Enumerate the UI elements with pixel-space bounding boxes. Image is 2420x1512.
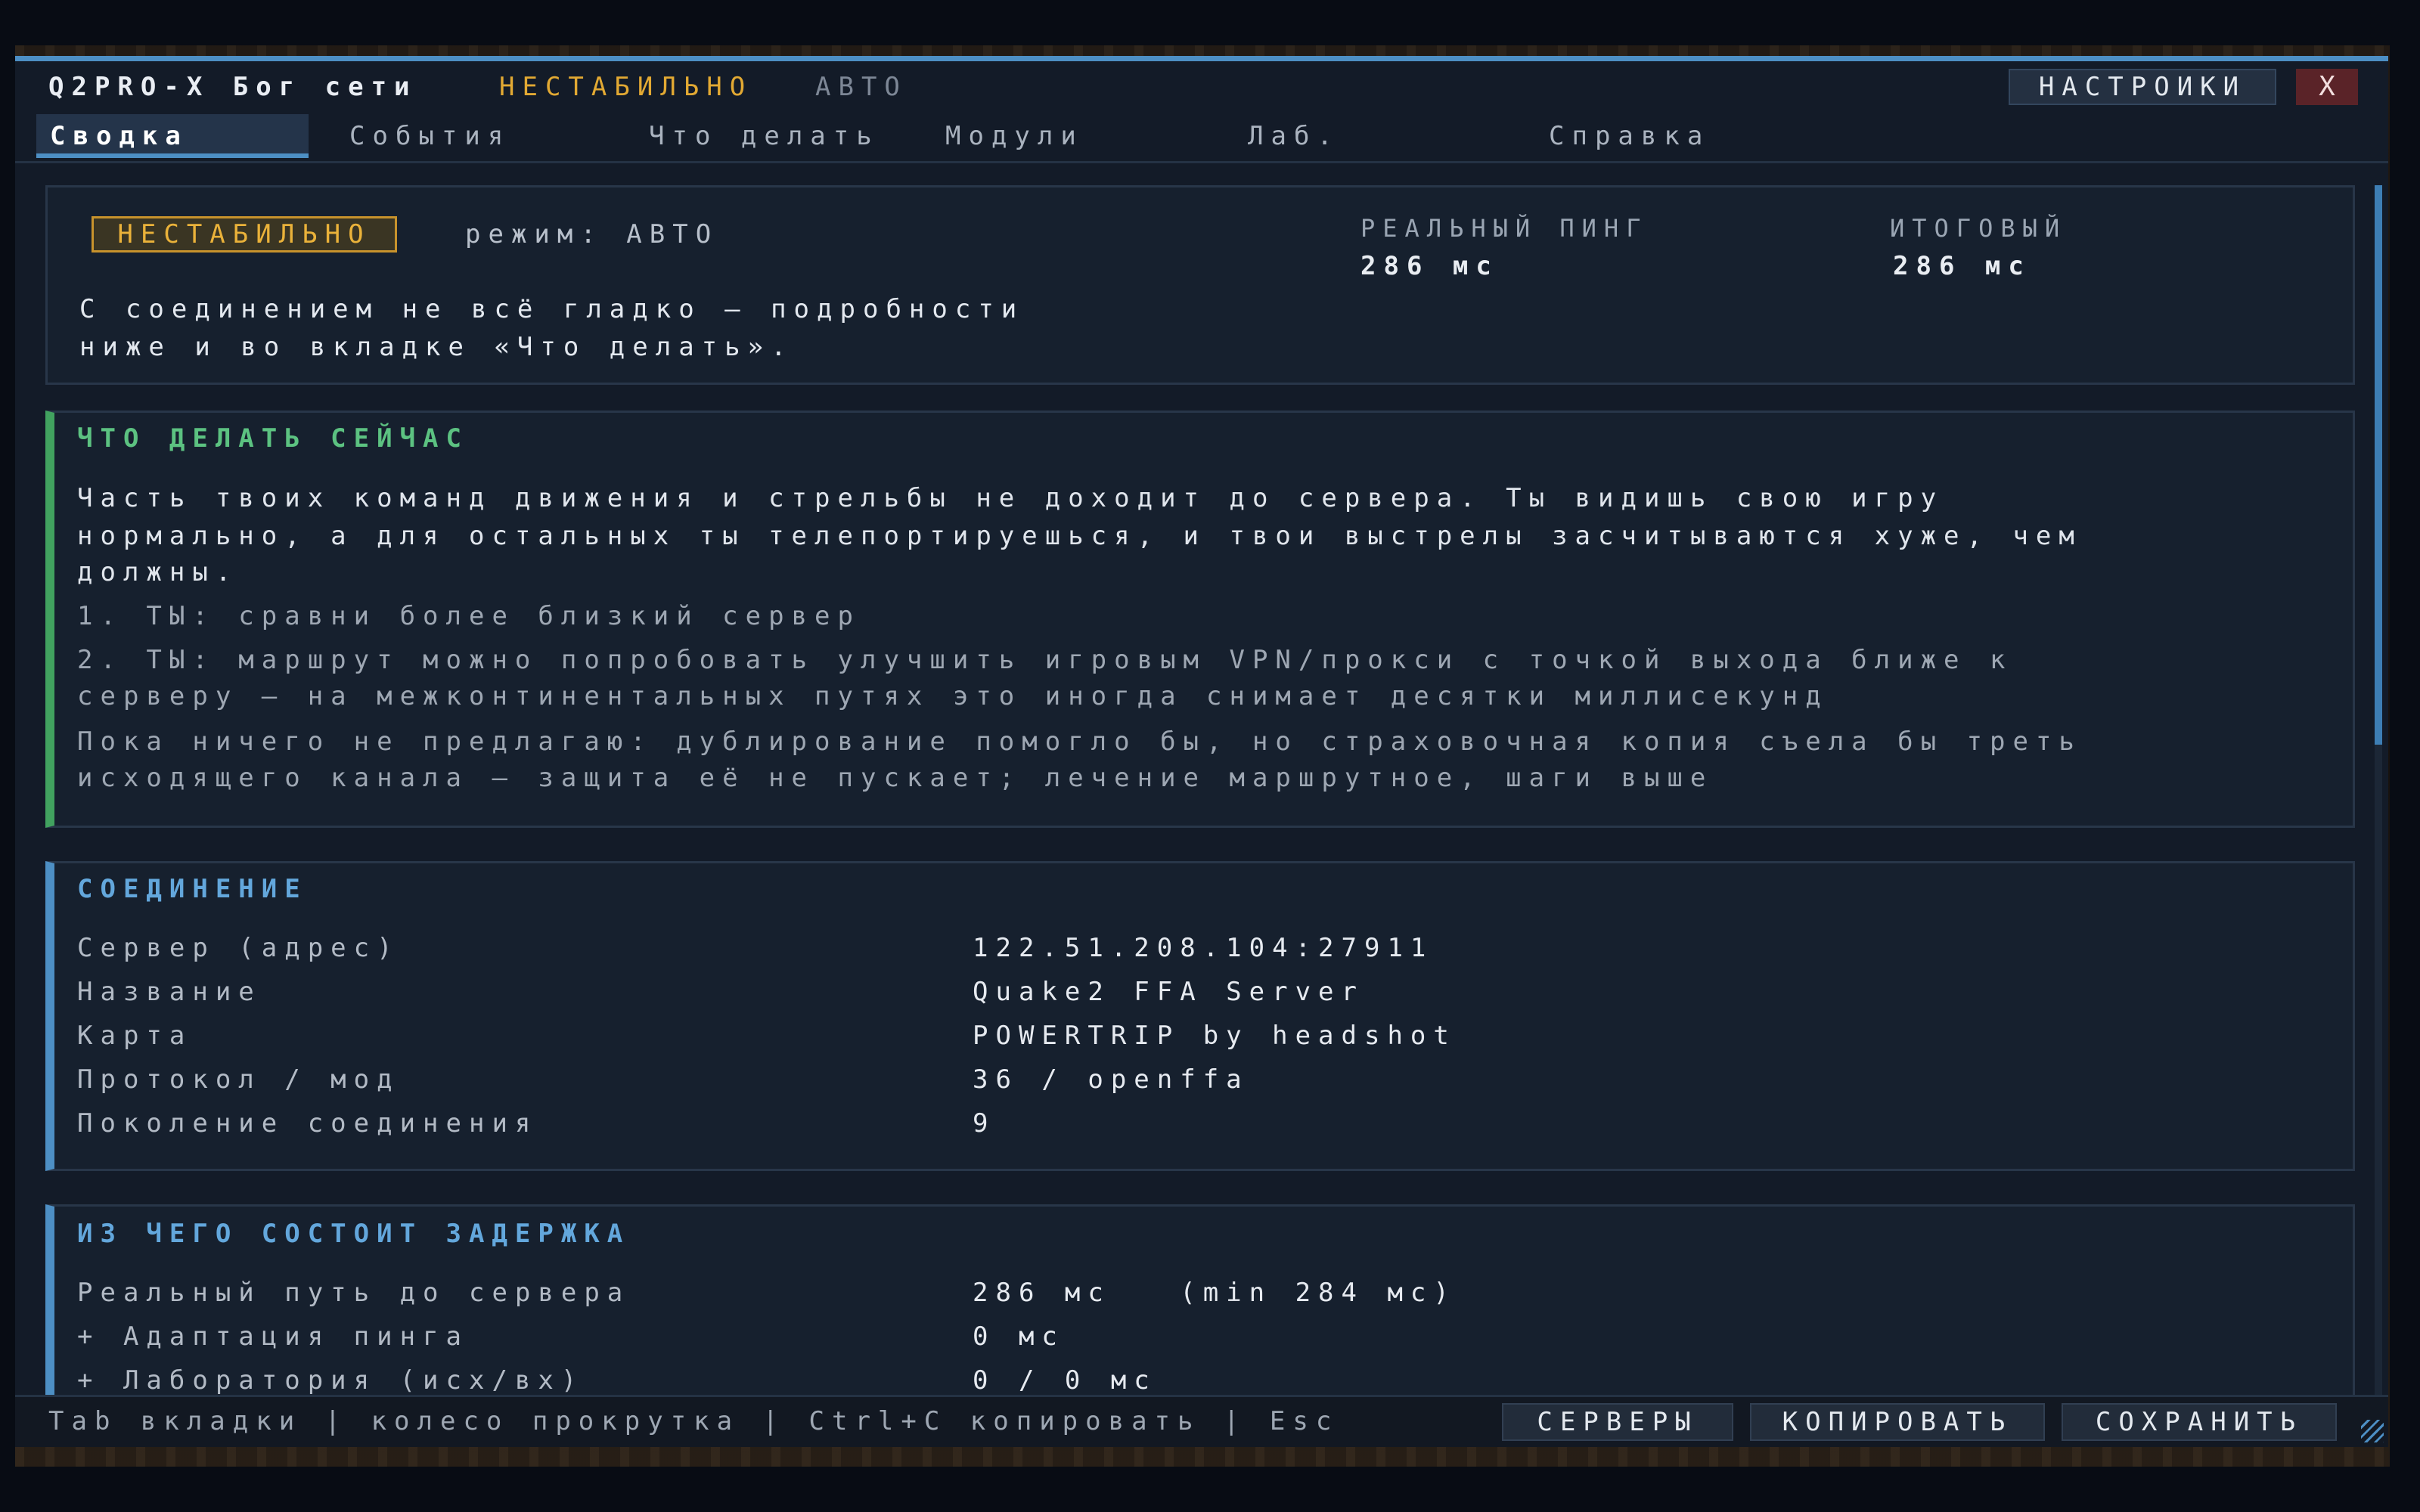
connection-heading: СОЕДИНЕНИЕ — [77, 874, 308, 904]
title-mode: АВТО — [815, 72, 908, 102]
server-name-value: Quake2 FFA Server — [973, 977, 1364, 1007]
servers-button[interactable]: СЕРВЕРЫ — [1502, 1403, 1733, 1441]
summary-panel: НЕСТАБИЛЬНО режим: АВТО С соединением не… — [45, 185, 2355, 385]
close-button[interactable]: X — [2296, 69, 2358, 105]
advice-item-2-line-2: серверу — на межконтинентальных путях эт… — [77, 681, 1829, 711]
tab-lab[interactable]: Лаб. — [1248, 114, 1340, 158]
total-ping-value: 286 мс — [1893, 251, 2031, 281]
latency-panel: ИЗ ЧЕГО СОСТОИТ ЗАДЕРЖКА Реальный путь д… — [45, 1204, 2355, 1416]
latency-path-label: Реальный путь до сервера — [77, 1278, 631, 1308]
server-name-label: Название — [77, 977, 262, 1007]
tab-help[interactable]: Справка — [1549, 114, 1710, 158]
explanation-line-1: Часть твоих команд движения и стрельбы н… — [77, 483, 1944, 513]
advice-item-2-line-1: 2. ТЫ: маршрут можно попробовать улучшит… — [77, 645, 2013, 675]
title-bar: Q2PRO-X Бог сети НЕСТАБИЛЬНО АВТО НАСТРО… — [15, 61, 2388, 113]
tab-events[interactable]: События — [349, 114, 510, 158]
save-button[interactable]: СОХРАНИТЬ — [2062, 1403, 2337, 1441]
tab-modules[interactable]: Модули — [945, 114, 1084, 158]
protocol-value: 36 / openffa — [973, 1064, 1249, 1095]
what-to-do-panel: ЧТО ДЕЛАТЬ СЕЙЧАС Часть твоих команд дви… — [45, 411, 2355, 828]
ping-adaptation-value: 0 мс — [973, 1321, 1065, 1352]
netgod-window: Q2PRO-X Бог сети НЕСТАБИЛЬНО АВТО НАСТРО… — [15, 56, 2388, 1447]
status-badge: НЕСТАБИЛЬНО — [92, 216, 397, 253]
app-title: Q2PRO-X Бог сети — [48, 72, 417, 102]
settings-button[interactable]: НАСТРОИКИ — [2009, 69, 2276, 105]
summary-message: С соединением не всё гладко — подробност… — [79, 290, 1024, 366]
tab-summary[interactable]: Сводка — [36, 114, 309, 158]
map-value: POWERTRIP by headshot — [973, 1021, 1457, 1051]
summary-line-1: С соединением не всё гладко — подробност… — [79, 294, 1025, 324]
ping-adaptation-label: + Адаптация пинга — [77, 1321, 469, 1352]
server-address-label: Сервер (адрес) — [77, 933, 400, 963]
advice-item-1: 1. ТЫ: сравни более близкий сервер — [77, 601, 861, 631]
scrollbar-thumb[interactable] — [2375, 185, 2382, 745]
explanation-line-2: нормально, а для остальных ты телепортир… — [77, 521, 2082, 551]
copy-button[interactable]: КОПИРОВАТЬ — [1750, 1403, 2045, 1441]
resize-grip-icon[interactable] — [2361, 1420, 2384, 1442]
note-line-1: Пока ничего не предлагаю: дублирование п… — [77, 727, 2082, 757]
total-ping-label: ИТОГОВЫЙ — [1890, 214, 2068, 243]
note-line-2: исходящего канала — защита её не пускает… — [77, 763, 1714, 793]
what-to-do-heading: ЧТО ДЕЛАТЬ СЕЙЧАС — [77, 423, 469, 454]
footer-bar: Tab вкладки | колесо прокрутка | Ctrl+C … — [15, 1395, 2388, 1447]
protocol-label: Протокол / мод — [77, 1064, 400, 1095]
generation-value: 9 — [973, 1108, 996, 1139]
latency-heading: ИЗ ЧЕГО СОСТОИТ ЗАДЕРЖКА — [77, 1219, 631, 1249]
tab-bar: Сводка События Что делать Модули Лаб. Сп… — [15, 114, 2388, 163]
server-address-value: 122.51.208.104:27911 — [973, 933, 1434, 963]
tab-what-to-do[interactable]: Что делать — [649, 114, 880, 158]
generation-label: Поколение соединения — [77, 1108, 538, 1139]
real-ping-label: РЕАЛЬНЫЙ ПИНГ — [1360, 214, 1649, 243]
explanation-line-3: должны. — [77, 557, 239, 587]
keyboard-hint: Tab вкладки | колесо прокрутка | Ctrl+C … — [48, 1406, 1339, 1436]
real-ping-value: 286 мс — [1360, 251, 1499, 281]
connection-panel: СОЕДИНЕНИЕ Сервер (адрес) 122.51.208.104… — [45, 861, 2355, 1171]
lab-value: 0 / 0 мс — [973, 1365, 1157, 1396]
title-status: НЕСТАБИЛЬНО — [499, 72, 753, 102]
latency-path-value: 286 мс (min 284 мс) — [973, 1278, 1457, 1308]
vertical-scrollbar[interactable] — [2375, 185, 2382, 1436]
map-label: Карта — [77, 1021, 193, 1051]
lab-label: + Лаборатория (исх/вх) — [77, 1365, 585, 1396]
mode-label: режим: АВТО — [465, 219, 719, 249]
summary-line-2: ниже и во вкладке «Что делать». — [79, 332, 794, 362]
